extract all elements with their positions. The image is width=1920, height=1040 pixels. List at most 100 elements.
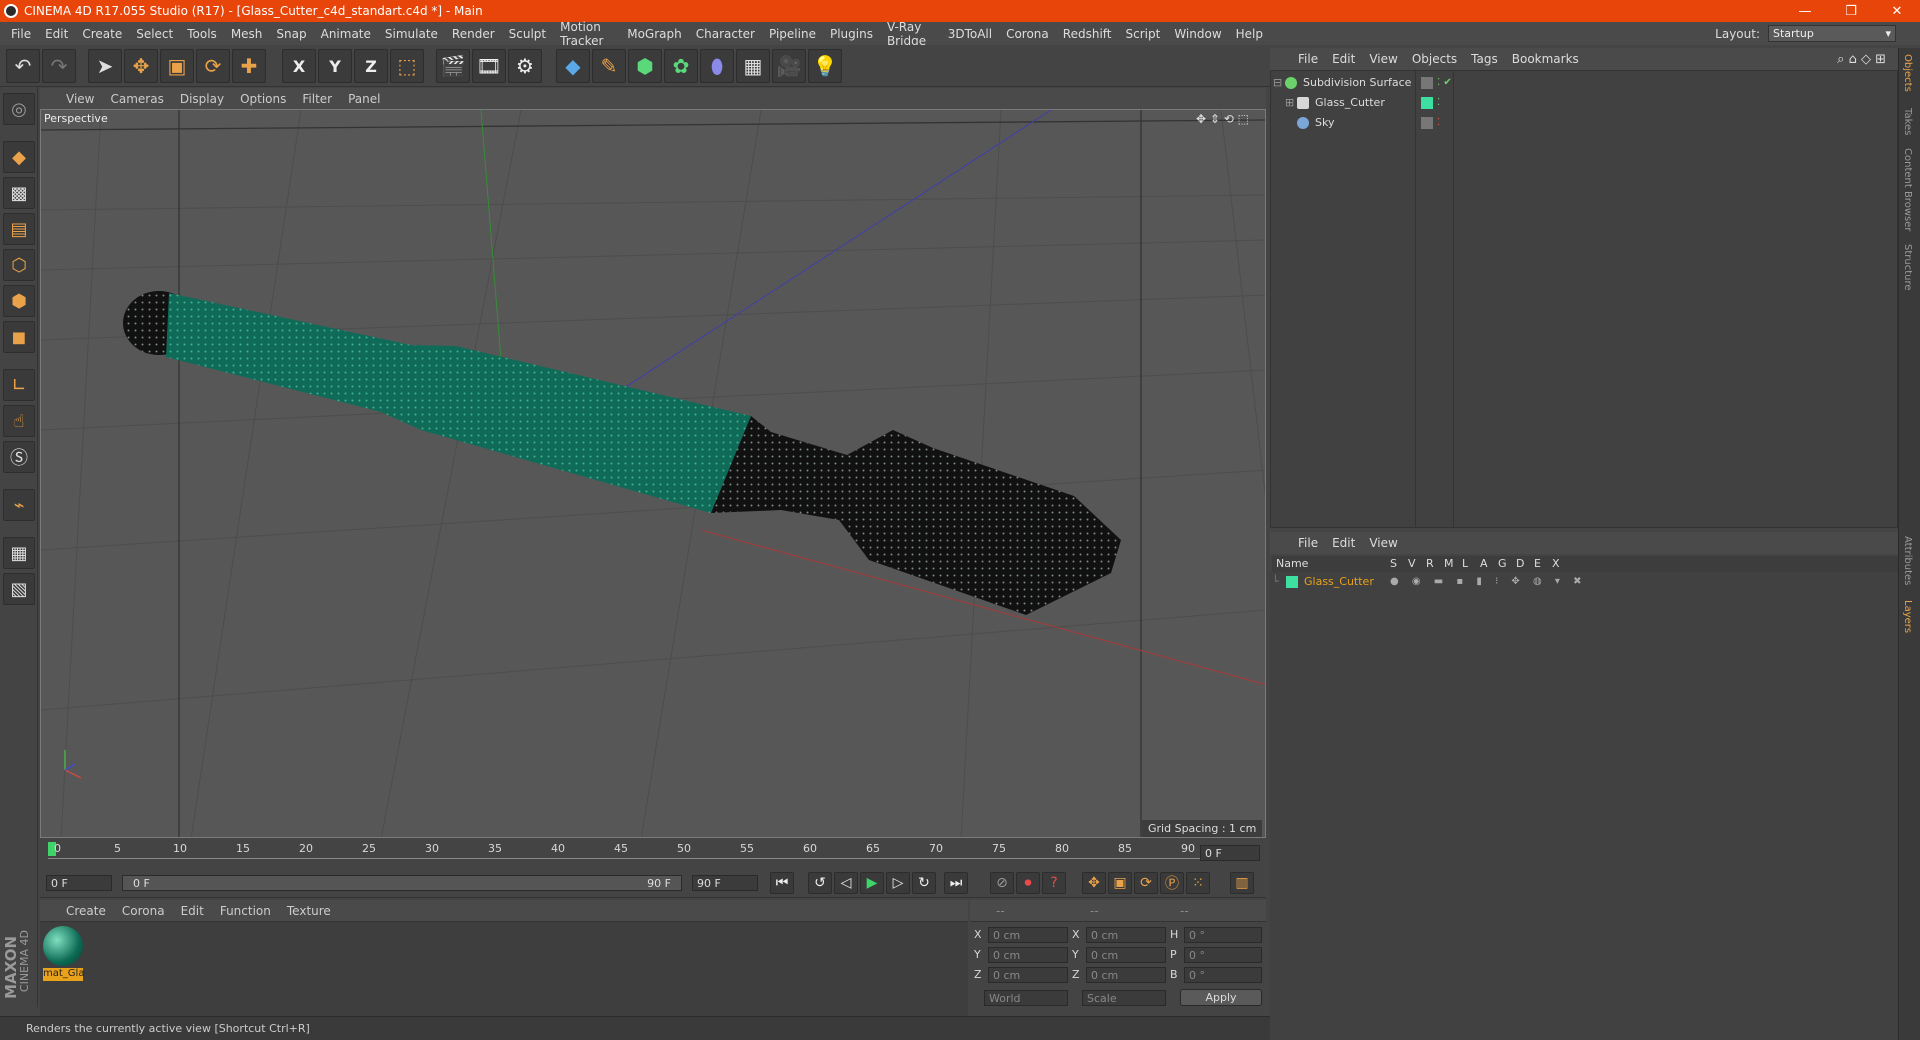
x-axis-button[interactable]: X (282, 49, 316, 83)
layer-menu-file[interactable]: File (1298, 536, 1318, 550)
undo-button[interactable]: ↶ (6, 49, 40, 83)
record-icon[interactable]: ⏺ (1016, 872, 1040, 894)
layout-select[interactable]: Startup ▾ (1768, 25, 1896, 42)
edges-mode-button[interactable]: ⬢ (3, 285, 35, 317)
menu-vray-bridge[interactable]: V-Ray Bridge (887, 20, 934, 48)
key-pla-icon[interactable]: ⁙ (1186, 872, 1210, 894)
autokey-icon[interactable]: ? (1042, 872, 1066, 894)
material-menu-create[interactable]: Create (66, 904, 106, 918)
material-menu-edit[interactable]: Edit (181, 904, 204, 918)
viewport-menu-view[interactable]: View (66, 92, 94, 106)
visibility-dots-icon[interactable]: ⁚ (1437, 117, 1440, 128)
motion-record-icon[interactable]: ⊘ (990, 872, 1014, 894)
layer-menu-edit[interactable]: Edit (1332, 536, 1355, 550)
object-menu-file[interactable]: File (1298, 52, 1318, 66)
minimize-button[interactable]: — (1782, 0, 1828, 22)
object-row-subdivision-surface[interactable]: ⊟ Subdivision Surface ⁚ ✔ (1273, 73, 1895, 92)
make-editable-button[interactable]: ◎ (3, 93, 35, 125)
close-button[interactable]: ✕ (1874, 0, 1920, 22)
render-settings-button[interactable]: ⚙ (508, 49, 542, 83)
timeline-ruler[interactable]: 0 5 10 15 20 25 30 35 40 45 50 55 60 65 … (40, 840, 1266, 868)
pos-x-field[interactable]: 0 cm (988, 927, 1068, 943)
menu-simulate[interactable]: Simulate (385, 27, 438, 41)
layer-flags-icons[interactable]: ● ◉ ▬ ▪ ▮ ⁝ ✥ ◍ ▾ ✖ (1390, 576, 1586, 587)
material-menu-function[interactable]: Function (220, 904, 271, 918)
glass-cutter-model[interactable] (123, 291, 1121, 615)
light-button[interactable]: 💡 (808, 49, 842, 83)
viewport-menu-display[interactable]: Display (180, 92, 224, 106)
search-icon[interactable]: ⌕ ⌂ ◇ ⊞ (1837, 52, 1886, 67)
material-menu-corona[interactable]: Corona (122, 904, 165, 918)
perspective-viewport[interactable]: ✥ ⇕ ⟲ ⬚ (40, 109, 1266, 838)
coord-scale-select[interactable]: Scale (1082, 990, 1166, 1006)
solo-button[interactable]: Ⓢ (3, 441, 35, 473)
z-axis-button[interactable]: Z (354, 49, 388, 83)
frame-range-slider[interactable]: 0 F 90 F (122, 875, 682, 891)
polygons-mode-button[interactable]: ◼ (3, 321, 35, 353)
material-name[interactable]: mat_Gla (43, 968, 84, 981)
key-rotation-icon[interactable]: ⟳ (1134, 872, 1158, 894)
size-x-field[interactable]: 0 cm (1086, 927, 1166, 943)
rot-p-field[interactable]: 0 ° (1184, 947, 1262, 963)
previous-frame-icon[interactable]: ◁ (834, 872, 858, 894)
snap-magnet-button[interactable]: ⌁ (3, 489, 35, 521)
next-key-icon[interactable]: ↻ (912, 872, 936, 894)
previous-key-icon[interactable]: ↺ (808, 872, 832, 894)
menu-redshift[interactable]: Redshift (1063, 27, 1112, 41)
deformer-button[interactable]: ⬮ (700, 49, 734, 83)
rotate-tool-button[interactable]: ⟳ (196, 49, 230, 83)
layer-color-swatch[interactable] (1286, 575, 1298, 588)
layer-row-glass-cutter[interactable]: └ Glass_Cutter ● ◉ ▬ ▪ ▮ ⁝ ✥ ◍ ▾ ✖ (1272, 572, 1894, 591)
tab-takes[interactable]: Takes (1902, 108, 1913, 135)
rot-h-field[interactable]: 0 ° (1184, 927, 1262, 943)
viewport-menu-panel[interactable]: Panel (348, 92, 380, 106)
pos-z-field[interactable]: 0 cm (988, 967, 1068, 983)
render-picture-viewer-button[interactable]: 🎞 (472, 49, 506, 83)
menu-pipeline[interactable]: Pipeline (769, 27, 816, 41)
spline-pen-button[interactable]: ✎ (592, 49, 626, 83)
go-to-start-icon[interactable]: ⏮ (770, 872, 794, 894)
menu-corona[interactable]: Corona (1006, 27, 1049, 41)
menu-motion-tracker[interactable]: Motion Tracker (560, 20, 613, 48)
tab-structure[interactable]: Structure (1902, 244, 1913, 291)
menu-window[interactable]: Window (1174, 27, 1221, 41)
expand-icon[interactable]: ⊞ (1285, 96, 1297, 109)
coordinate-system-button[interactable]: ⬚ (390, 49, 424, 83)
object-menu-edit[interactable]: Edit (1332, 52, 1355, 66)
viewport-menu-cameras[interactable]: Cameras (110, 92, 163, 106)
planar-workplane-button[interactable]: ▧ (3, 573, 35, 605)
tab-content-browser[interactable]: Content Browser (1902, 148, 1913, 231)
tweak-mode-button[interactable]: ☝ (3, 405, 35, 437)
object-row-sky[interactable]: Sky ⁚ (1273, 113, 1895, 132)
pos-y-field[interactable]: 0 cm (988, 947, 1068, 963)
current-frame-field[interactable]: 0 F (1200, 845, 1260, 861)
menu-character[interactable]: Character (696, 27, 755, 41)
scale-tool-button[interactable]: ▣ (160, 49, 194, 83)
menu-plugins[interactable]: Plugins (830, 27, 873, 41)
visibility-dots-icon[interactable]: ⁚ (1437, 97, 1440, 108)
object-menu-view[interactable]: View (1369, 52, 1397, 66)
model-mode-button[interactable]: ◆ (3, 141, 35, 173)
menu-file[interactable]: File (11, 27, 31, 41)
workplane-mode-button[interactable]: ▤ (3, 213, 35, 245)
menu-mesh[interactable]: Mesh (231, 27, 263, 41)
menu-sculpt[interactable]: Sculpt (509, 27, 546, 41)
start-frame-field[interactable]: 0 F (46, 875, 112, 891)
move-tool-button[interactable]: ✥ (124, 49, 158, 83)
redo-button[interactable]: ↷ (42, 49, 76, 83)
points-mode-button[interactable]: ⬡ (3, 249, 35, 281)
menu-help[interactable]: Help (1236, 27, 1263, 41)
cloner-button[interactable]: ✿ (664, 49, 698, 83)
collapse-icon[interactable]: ⊟ (1273, 76, 1285, 89)
tab-layers[interactable]: Layers (1902, 600, 1913, 633)
size-z-field[interactable]: 0 cm (1086, 967, 1166, 983)
menu-animate[interactable]: Animate (321, 27, 371, 41)
key-position-icon[interactable]: ✥ (1082, 872, 1106, 894)
camera-button[interactable]: 🎥 (772, 49, 806, 83)
object-menu-tags[interactable]: Tags (1471, 52, 1498, 66)
menu-edit[interactable]: Edit (45, 27, 68, 41)
object-row-glass-cutter[interactable]: ⊞ Glass_Cutter ⁚ (1273, 93, 1895, 112)
viewport-menu-options[interactable]: Options (240, 92, 286, 106)
menu-snap[interactable]: Snap (276, 27, 306, 41)
visibility-dots-icon[interactable]: ⁚ ✔ (1437, 77, 1452, 88)
